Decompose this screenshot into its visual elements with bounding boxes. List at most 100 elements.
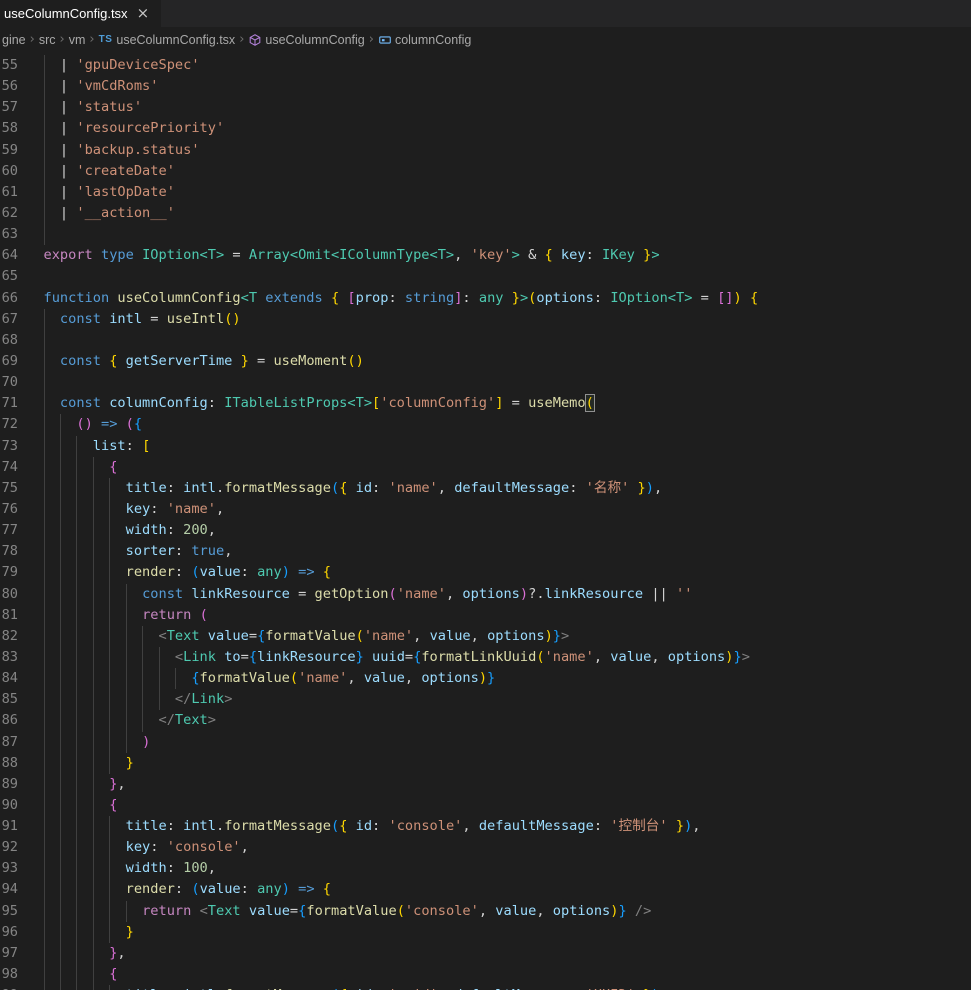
- code-text: {: [44, 964, 118, 985]
- breadcrumb-separator: ›: [369, 32, 374, 47]
- breadcrumb-item-columnConfig[interactable]: columnConfig: [378, 33, 471, 47]
- code-text: </Text>: [44, 710, 217, 731]
- code-text: }: [44, 922, 134, 943]
- code-line: 88 }: [0, 753, 971, 774]
- line-number: 59: [0, 140, 18, 161]
- code-text: title: intl.formatMessage({ id: 'name', …: [44, 478, 663, 499]
- code-text: | 'createDate': [44, 161, 175, 182]
- line-number: 57: [0, 97, 18, 118]
- code-line: 62 | '__action__': [0, 203, 971, 224]
- code-line: 58 | 'resourcePriority': [0, 118, 971, 139]
- line-number: 97: [0, 943, 18, 964]
- line-number: 69: [0, 351, 18, 372]
- code-text: () => ({: [44, 414, 143, 435]
- breadcrumb-separator: ›: [239, 32, 244, 47]
- code-text: return <Text value={formatValue('console…: [44, 901, 652, 922]
- code-line: 89 },: [0, 774, 971, 795]
- code-line: 60 | 'createDate': [0, 161, 971, 182]
- code-text: {formatValue('name', value, options)}: [44, 668, 496, 689]
- code-line: 57 | 'status': [0, 97, 971, 118]
- breadcrumb-item-vm[interactable]: vm: [69, 33, 86, 47]
- line-number: 92: [0, 837, 18, 858]
- line-number: 67: [0, 309, 18, 330]
- code-line: 99 title: intl.formatMessage({ id: 'uuid…: [0, 985, 971, 990]
- line-number: 86: [0, 710, 18, 731]
- code-line: 81 return (: [0, 605, 971, 626]
- code-line: 95 return <Text value={formatValue('cons…: [0, 901, 971, 922]
- code-text: | 'resourcePriority': [44, 118, 225, 139]
- symbol-method-icon: [248, 33, 262, 47]
- code-text: | 'backup.status': [44, 140, 200, 161]
- breadcrumb-item-useColumnConfig[interactable]: useColumnConfig: [248, 33, 364, 47]
- code-text: {: [44, 795, 118, 816]
- line-number: 84: [0, 668, 18, 689]
- breadcrumb-label: columnConfig: [395, 33, 471, 47]
- code-text: return (: [44, 605, 208, 626]
- code-text: list: [: [44, 436, 151, 457]
- indent-guide: [44, 330, 45, 351]
- code-line: 61 | 'lastOpDate': [0, 182, 971, 203]
- code-line: 68: [0, 330, 971, 351]
- breadcrumb-item-useColumnConfig.tsx[interactable]: TSuseColumnConfig.tsx: [99, 33, 236, 47]
- code-text: },: [44, 774, 126, 795]
- code-text: width: 100,: [44, 858, 216, 879]
- code-text: | '__action__': [44, 203, 175, 224]
- code-line: 80 const linkResource = getOption('name'…: [0, 584, 971, 605]
- breadcrumb-label: useColumnConfig.tsx: [116, 33, 235, 47]
- code-text: title: intl.formatMessage({ id: 'console…: [44, 816, 701, 837]
- code-line: 96 }: [0, 922, 971, 943]
- line-number: 71: [0, 393, 18, 414]
- line-number: 61: [0, 182, 18, 203]
- code-line: 90 {: [0, 795, 971, 816]
- code-text: sorter: true,: [44, 541, 233, 562]
- code-text: | 'gpuDeviceSpec': [44, 55, 200, 76]
- line-number: 87: [0, 732, 18, 753]
- code-text: {: [44, 457, 118, 478]
- code-line: 79 render: (value: any) => {: [0, 562, 971, 583]
- line-number: 90: [0, 795, 18, 816]
- code-line: 72 () => ({: [0, 414, 971, 435]
- breadcrumb-label: src: [39, 33, 56, 47]
- code-editor[interactable]: 55 | 'gpuDeviceSpec'56 | 'vmCdRoms'57 | …: [0, 52, 971, 990]
- code-text: function useColumnConfig<T extends { [pr…: [44, 288, 759, 309]
- breadcrumb-item-gine[interactable]: gine: [2, 33, 26, 47]
- line-number: 65: [0, 266, 18, 287]
- ts-icon: TS: [99, 34, 113, 45]
- line-number: 62: [0, 203, 18, 224]
- code-line: 64 export type IOption<T> = Array<Omit<IC…: [0, 245, 971, 266]
- line-number: 81: [0, 605, 18, 626]
- breadcrumb-item-src[interactable]: src: [39, 33, 56, 47]
- tab-close-icon[interactable]: ×: [137, 6, 150, 21]
- vscode-window: useColumnConfig.tsx × gine›src›vm›TSuseC…: [0, 0, 971, 990]
- code-line: 78 sorter: true,: [0, 541, 971, 562]
- breadcrumb-separator: ›: [89, 32, 94, 47]
- line-number: 72: [0, 414, 18, 435]
- line-number: 96: [0, 922, 18, 943]
- code-line: 73 list: [: [0, 436, 971, 457]
- code-text: | 'status': [44, 97, 143, 118]
- line-number: 79: [0, 562, 18, 583]
- code-line: 98 {: [0, 964, 971, 985]
- line-number: 82: [0, 626, 18, 647]
- code-text: ): [44, 732, 151, 753]
- code-line: 83 <Link to={linkResource} uuid={formatL…: [0, 647, 971, 668]
- line-number: 73: [0, 436, 18, 457]
- line-number: 76: [0, 499, 18, 520]
- code-line: 70: [0, 372, 971, 393]
- code-text: const columnConfig: ITableListProps<T>['…: [44, 393, 594, 414]
- line-number: 64: [0, 245, 18, 266]
- indent-guide: [44, 372, 45, 393]
- line-number: 75: [0, 478, 18, 499]
- code-text: export type IOption<T> = Array<Omit<ICol…: [44, 245, 660, 266]
- line-number: 66: [0, 288, 18, 309]
- tab-useColumnConfig[interactable]: useColumnConfig.tsx ×: [0, 0, 161, 27]
- line-number: 55: [0, 55, 18, 76]
- code-text: const intl = useIntl(): [44, 309, 241, 330]
- line-number: 56: [0, 76, 18, 97]
- code-line: 92 key: 'console',: [0, 837, 971, 858]
- code-text: render: (value: any) => {: [44, 879, 332, 900]
- line-number: 85: [0, 689, 18, 710]
- code-text: width: 200,: [44, 520, 216, 541]
- tab-title: useColumnConfig.tsx: [4, 6, 128, 21]
- code-text: key: 'name',: [44, 499, 225, 520]
